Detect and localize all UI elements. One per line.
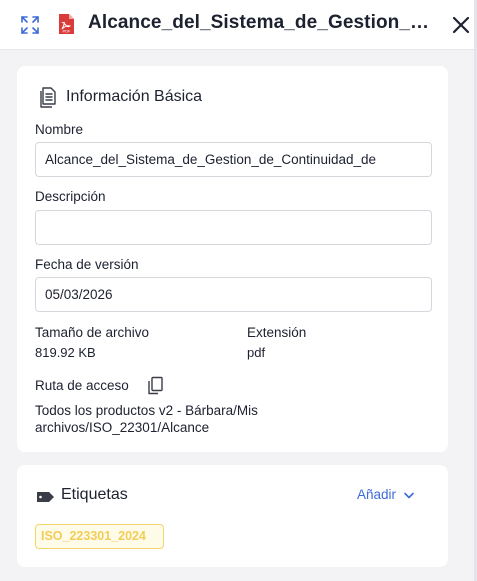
path-value: Todos los productos v2 - Bárbara/Mis arc… (35, 403, 258, 435)
tag-chip[interactable]: ISO_223301_2024 (35, 524, 164, 549)
name-input[interactable]: Alcance_del_Sistema_de_Gestion_de_Contin… (35, 142, 432, 177)
extension-value: pdf (247, 345, 266, 360)
description-label: Descripción (35, 189, 106, 204)
extension-label: Extensión (247, 325, 307, 340)
close-icon[interactable] (451, 15, 471, 35)
name-label: Nombre (35, 122, 84, 137)
path-label: Ruta de acceso (35, 378, 129, 393)
version-date-label: Fecha de versión (35, 257, 139, 272)
pdf-badge-text: PDF (63, 29, 72, 34)
file-size-value: 819.92 KB (35, 345, 96, 360)
file-size-label: Tamaño de archivo (35, 325, 150, 340)
file-title: Alcance_del_Sistema_de_Gestion_de_Contin… (88, 12, 438, 33)
description-input[interactable] (35, 210, 432, 245)
basic-info-title: Información Básica (66, 88, 203, 105)
file-detail-header: PDF Alcance_del_Sistema_de_Gestion_de_Co… (0, 0, 474, 50)
version-date-input[interactable]: 05/03/2026 (35, 277, 432, 312)
tags-card: Etiquetas Añadir ISO_223301_2024 (17, 465, 448, 567)
document-icon (39, 86, 57, 108)
add-tag-button[interactable]: Añadir (357, 487, 414, 502)
expand-icon[interactable] (20, 15, 40, 35)
copy-icon[interactable] (147, 376, 164, 395)
pdf-file-icon: PDF (58, 13, 75, 35)
tags-title: Etiquetas (61, 486, 128, 503)
chevron-down-icon (404, 487, 414, 502)
add-tag-label: Añadir (357, 487, 397, 502)
basic-info-card: Información Básica Nombre Alcance_del_Si… (17, 66, 448, 452)
tag-icon (36, 490, 55, 502)
